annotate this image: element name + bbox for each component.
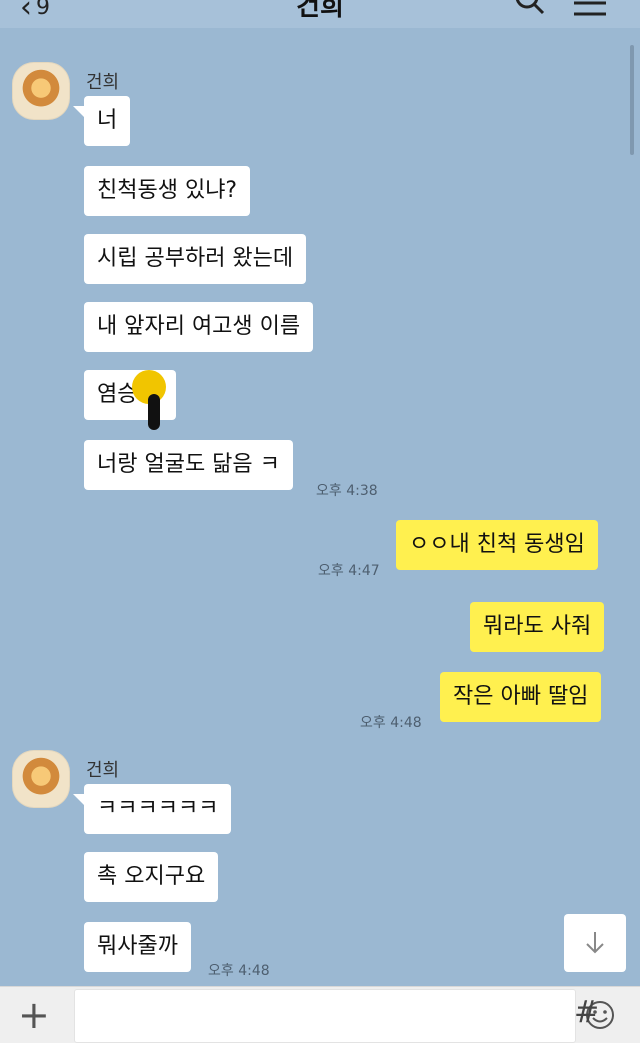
avatar[interactable] xyxy=(12,750,70,808)
message-bubble[interactable]: 너 xyxy=(73,96,131,146)
search-icon[interactable] xyxy=(514,0,546,16)
sender-name: 건희 xyxy=(86,760,120,781)
hash-icon[interactable]: # xyxy=(574,993,606,1033)
scroll-down-button[interactable] xyxy=(564,914,626,972)
message-time: 오후 4:38 xyxy=(316,483,378,499)
message-bubble[interactable]: 뭐사줄까 xyxy=(84,922,191,972)
message-time: 오후 4:47 xyxy=(318,563,380,579)
message-text: 뭐라도 사줘 xyxy=(483,614,592,639)
message-bubble[interactable]: 너랑 얼굴도 닮음 ㅋ xyxy=(84,440,293,490)
hamburger-menu-icon[interactable] xyxy=(572,0,608,18)
sender-name: 건희 xyxy=(86,72,120,93)
scrollbar[interactable] xyxy=(630,45,634,155)
message-time: 오후 4:48 xyxy=(208,963,270,979)
message-bubble[interactable]: 촉 오지구요 xyxy=(84,852,219,902)
message-time: 오후 4:48 xyxy=(360,715,422,731)
message-bubble[interactable]: ㅋㅋㅋㅋㅋㅋ xyxy=(73,784,232,834)
censor-stick xyxy=(148,394,160,430)
my-message-bubble[interactable]: ㅇㅇ내 친척 동생임 xyxy=(396,520,598,570)
my-message-bubble[interactable]: 작은 아빠 딸임 xyxy=(440,672,602,722)
arrow-down-icon xyxy=(586,932,604,954)
message-text: 너 xyxy=(97,108,118,133)
my-message-bubble[interactable]: 뭐라도 사줘 xyxy=(470,602,605,652)
message-text: 너랑 얼굴도 닮음 ㅋ xyxy=(97,452,280,477)
message-text: 뭐사줄까 xyxy=(97,934,178,959)
message-input[interactable] xyxy=(74,989,614,1043)
message-text: 시립 공부하러 왔는데 xyxy=(97,246,294,271)
message-text: 내 앞자리 여고생 이름 xyxy=(97,314,301,339)
message-text: 촉 오지구요 xyxy=(97,864,206,889)
message-bubble[interactable]: 시립 공부하러 왔는데 xyxy=(84,234,307,284)
message-bubble[interactable]: 친척동생 있냐? xyxy=(84,166,251,216)
plus-icon[interactable]: + xyxy=(18,995,54,1035)
chat-header: ‹ 9 건희 xyxy=(0,0,640,28)
message-bubble[interactable]: 염승 xyxy=(84,370,176,430)
input-bar: + # xyxy=(0,986,640,1043)
message-text: ㅇㅇ내 친척 동생임 xyxy=(409,532,585,557)
message-text: ㅋㅋㅋㅋㅋㅋ xyxy=(97,796,219,821)
message-text: 친척동생 있냐? xyxy=(97,178,238,203)
avatar[interactable] xyxy=(12,62,70,120)
message-bubble[interactable]: 내 앞자리 여고생 이름 xyxy=(84,302,314,352)
message-text: 작은 아빠 딸임 xyxy=(453,684,589,709)
